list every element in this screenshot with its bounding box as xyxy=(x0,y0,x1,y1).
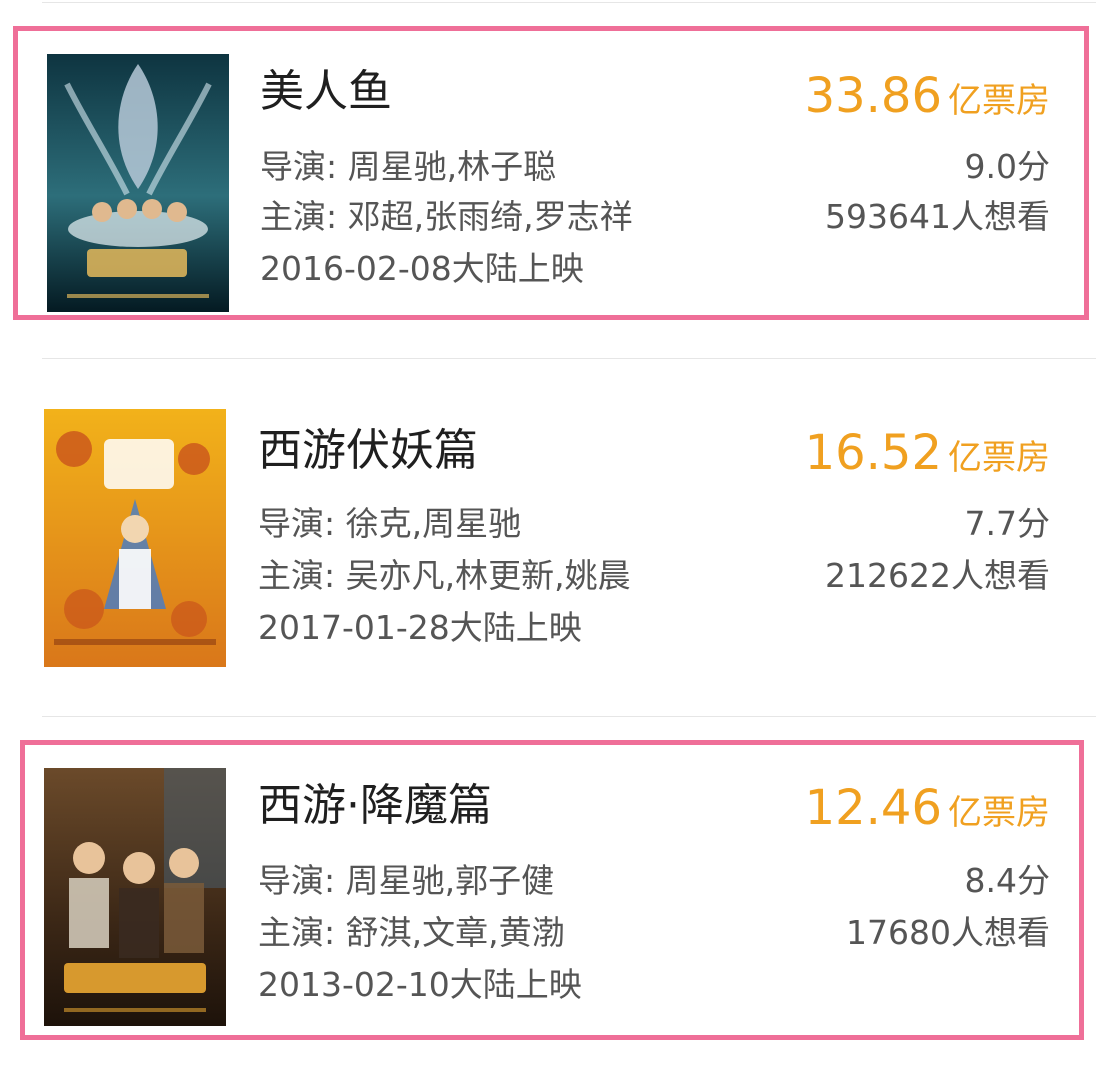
box-office: 12.46 亿票房 xyxy=(805,784,1050,832)
movie-director: 导演: 周星驰,林子聪 xyxy=(260,147,557,186)
movie-director: 导演: 周星驰,郭子健 xyxy=(258,861,555,900)
movie-score: 8.4分 xyxy=(964,861,1050,900)
movie-director: 导演: 徐克,周星驰 xyxy=(258,504,522,543)
movie-poster[interactable] xyxy=(44,768,226,1026)
movie-card[interactable]: 西游伏妖篇 导演: 徐克,周星驰 主演: 吴亦凡,林更新,姚晨 2017-01-… xyxy=(0,385,1096,685)
want-to-watch-count: 17680人想看 xyxy=(846,913,1050,952)
want-to-watch-count: 593641人想看 xyxy=(825,197,1050,236)
movie-actors: 主演: 舒淇,文章,黄渤 xyxy=(258,913,565,952)
movie-card[interactable]: 美人鱼 导演: 周星驰,林子聪 主演: 邓超,张雨绮,罗志祥 2016-02-0… xyxy=(0,26,1096,326)
box-office: 16.52 亿票房 xyxy=(805,429,1050,477)
box-office-unit: 亿票房 xyxy=(948,81,1050,121)
box-office-value: 33.86 xyxy=(804,68,942,124)
movie-score: 7.7分 xyxy=(964,504,1050,543)
box-office-value: 12.46 xyxy=(804,780,942,836)
movie-release-date: 2017-01-28大陆上映 xyxy=(258,608,582,647)
movie-actors: 主演: 邓超,张雨绮,罗志祥 xyxy=(260,197,633,236)
movie-score: 9.0分 xyxy=(964,147,1050,186)
list-divider xyxy=(42,358,1096,359)
box-office: 33.86 亿票房 xyxy=(805,72,1050,120)
movie-poster[interactable] xyxy=(47,54,229,312)
movie-title: 西游伏妖篇 xyxy=(258,425,478,476)
movie-actors: 主演: 吴亦凡,林更新,姚晨 xyxy=(258,556,631,595)
box-office-value: 16.52 xyxy=(804,425,942,481)
movie-card[interactable]: 西游·降魔篇 导演: 周星驰,郭子健 主演: 舒淇,文章,黄渤 2013-02-… xyxy=(0,740,1096,1040)
want-to-watch-count: 212622人想看 xyxy=(825,556,1050,595)
list-divider xyxy=(42,2,1096,3)
box-office-unit: 亿票房 xyxy=(948,438,1050,478)
list-divider xyxy=(42,716,1096,717)
movie-title: 西游·降魔篇 xyxy=(258,780,492,831)
box-office-unit: 亿票房 xyxy=(948,793,1050,833)
movie-poster[interactable] xyxy=(44,409,226,667)
movie-release-date: 2013-02-10大陆上映 xyxy=(258,965,582,1004)
movie-title: 美人鱼 xyxy=(260,66,392,117)
movie-release-date: 2016-02-08大陆上映 xyxy=(260,249,584,288)
